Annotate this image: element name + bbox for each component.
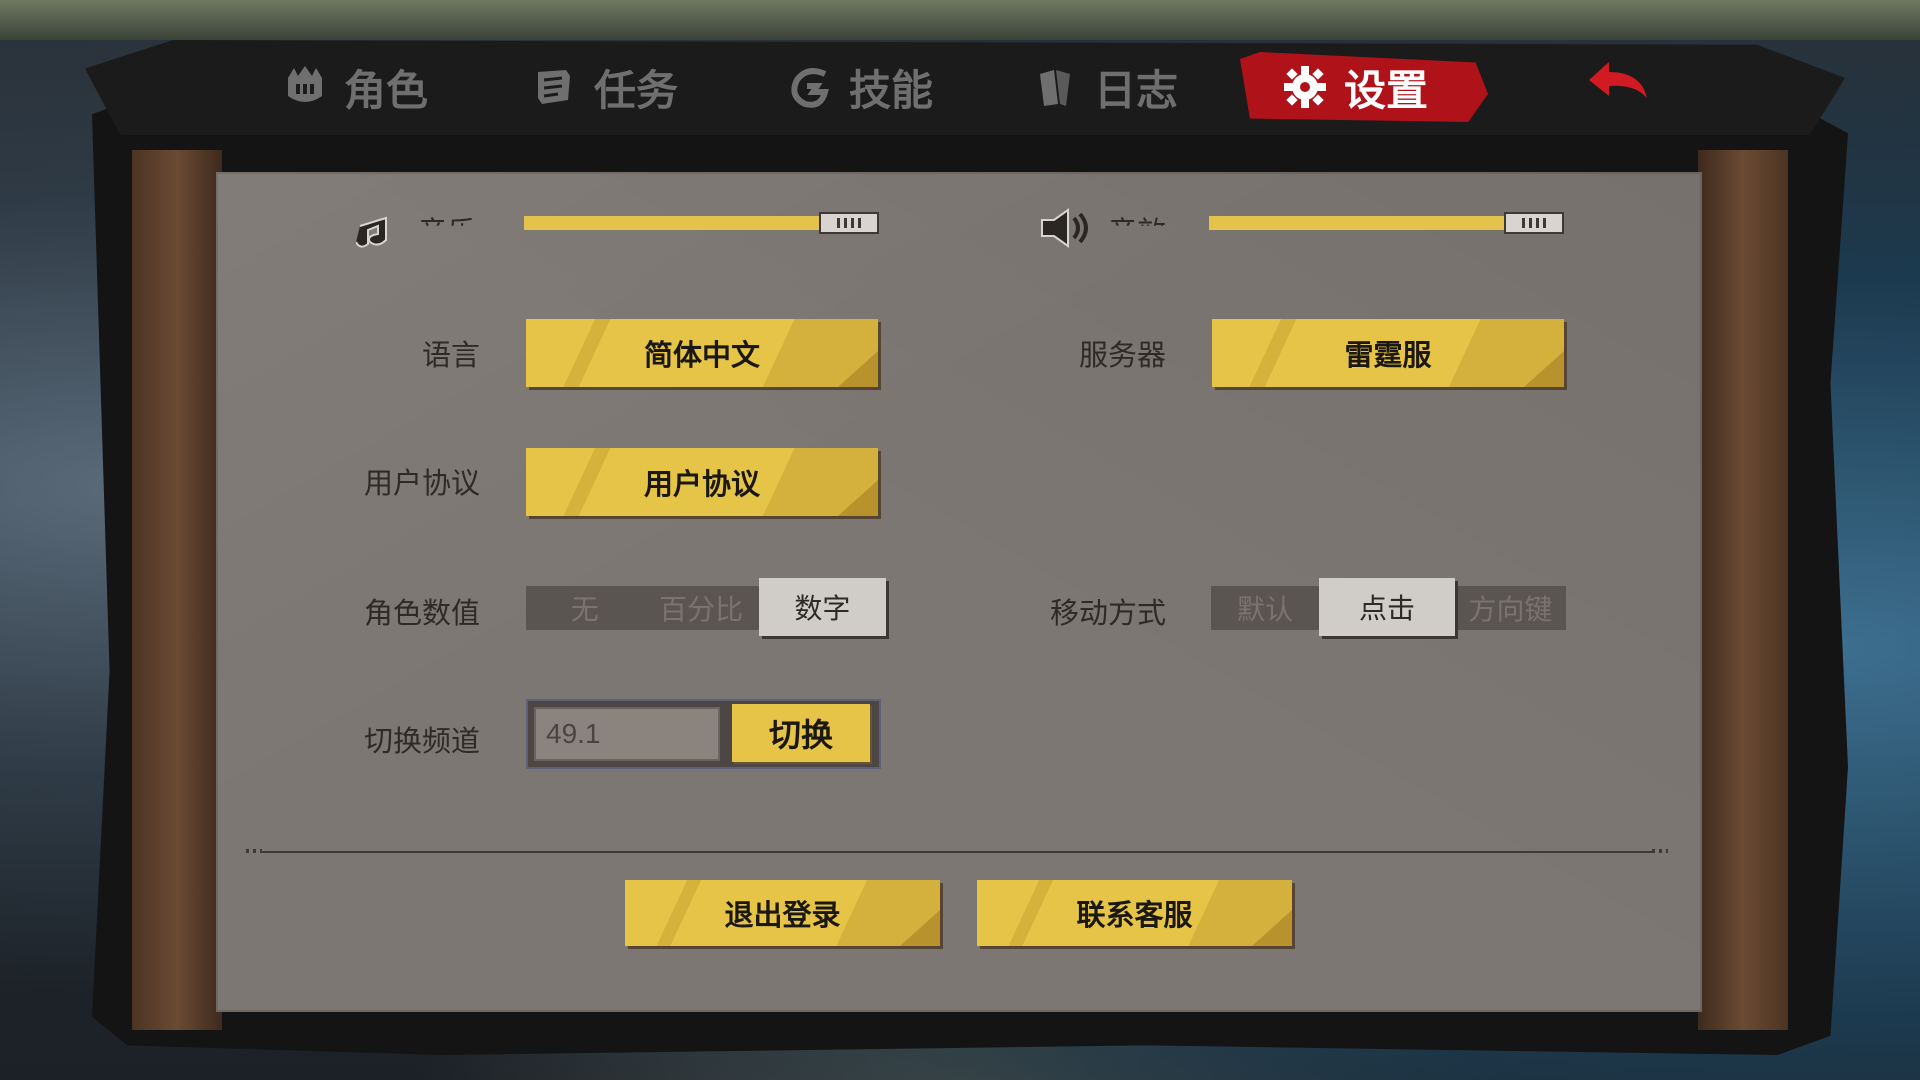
- wood-frame-left: [132, 150, 222, 1030]
- tab-settings[interactable]: 设置: [1240, 52, 1489, 122]
- move-mode-selector: 默认 点击 方向键: [1211, 578, 1566, 636]
- tab-label: 角色: [344, 65, 429, 115]
- wood-frame-right: [1698, 150, 1788, 1030]
- tab-character[interactable]: 角色: [280, 52, 428, 122]
- divider-dots-right: [1652, 849, 1668, 853]
- move-option-click[interactable]: 点击: [1319, 578, 1455, 636]
- language-button[interactable]: 简体中文: [526, 319, 878, 387]
- tab-label: 设置: [1344, 65, 1429, 115]
- music-slider-fill: [524, 216, 830, 230]
- scroll-icon: [530, 62, 580, 112]
- gear-icon: [1280, 62, 1330, 112]
- logout-button[interactable]: 退出登录: [625, 880, 940, 946]
- tab-skills[interactable]: 技能: [785, 52, 933, 122]
- server-button[interactable]: 雷霆服: [1212, 319, 1564, 387]
- music-slider-handle[interactable]: [819, 212, 879, 234]
- music-row-label: 音乐: [355, 208, 477, 252]
- stat-option-percent[interactable]: 百分比: [643, 586, 758, 630]
- switch-channel-button[interactable]: 切换: [732, 704, 870, 762]
- user-agreement-button[interactable]: 用户协议: [526, 448, 878, 516]
- music-note-icon: [355, 208, 406, 252]
- speaker-icon: [1040, 208, 1096, 252]
- channel-label: 切换频道: [363, 724, 480, 758]
- channel-input[interactable]: [534, 707, 720, 761]
- sfx-slider-fill: [1209, 216, 1515, 230]
- server-value: 雷霆服: [1344, 338, 1432, 372]
- stat-display-selector: 无 百分比 数字: [526, 578, 886, 636]
- agreement-label: 用户协议: [363, 466, 480, 500]
- helmet-icon: [280, 62, 330, 112]
- tab-label: 任务: [594, 65, 679, 115]
- move-option-default[interactable]: 默认: [1211, 586, 1319, 630]
- music-label: 音乐: [418, 215, 477, 249]
- sfx-label: 音效: [1108, 215, 1167, 249]
- scene-top-strip: [0, 0, 1920, 40]
- book-icon: [1030, 62, 1080, 112]
- contact-support-button[interactable]: 联系客服: [977, 880, 1292, 946]
- stat-option-none[interactable]: 无: [526, 586, 643, 630]
- stat-option-number[interactable]: 数字: [758, 578, 886, 636]
- divider-dots-left: [246, 849, 262, 853]
- tab-quest[interactable]: 任务: [530, 52, 678, 122]
- sfx-slider[interactable]: [1209, 212, 1564, 234]
- language-label: 语言: [421, 338, 480, 372]
- move-mode-label: 移动方式: [1049, 596, 1166, 630]
- music-slider[interactable]: [524, 212, 879, 234]
- contact-support-button-label: 联系客服: [1076, 898, 1193, 932]
- tab-label: 技能: [849, 65, 934, 115]
- stat-display-label: 角色数值: [363, 596, 480, 630]
- sfx-row-label: 音效: [1040, 208, 1166, 252]
- divider: [262, 851, 1652, 853]
- tab-label: 日志: [1094, 65, 1179, 115]
- language-value: 简体中文: [643, 338, 760, 372]
- sfx-slider-handle[interactable]: [1504, 212, 1564, 234]
- server-label: 服务器: [1078, 338, 1166, 372]
- swirl-icon: [785, 62, 835, 112]
- logout-button-label: 退出登录: [724, 898, 841, 932]
- tab-log[interactable]: 日志: [1030, 52, 1178, 122]
- back-arrow-icon: [1585, 58, 1655, 112]
- move-option-arrow-keys[interactable]: 方向键: [1455, 586, 1566, 630]
- user-agreement-button-label: 用户协议: [643, 467, 760, 501]
- back-button[interactable]: [1575, 50, 1665, 120]
